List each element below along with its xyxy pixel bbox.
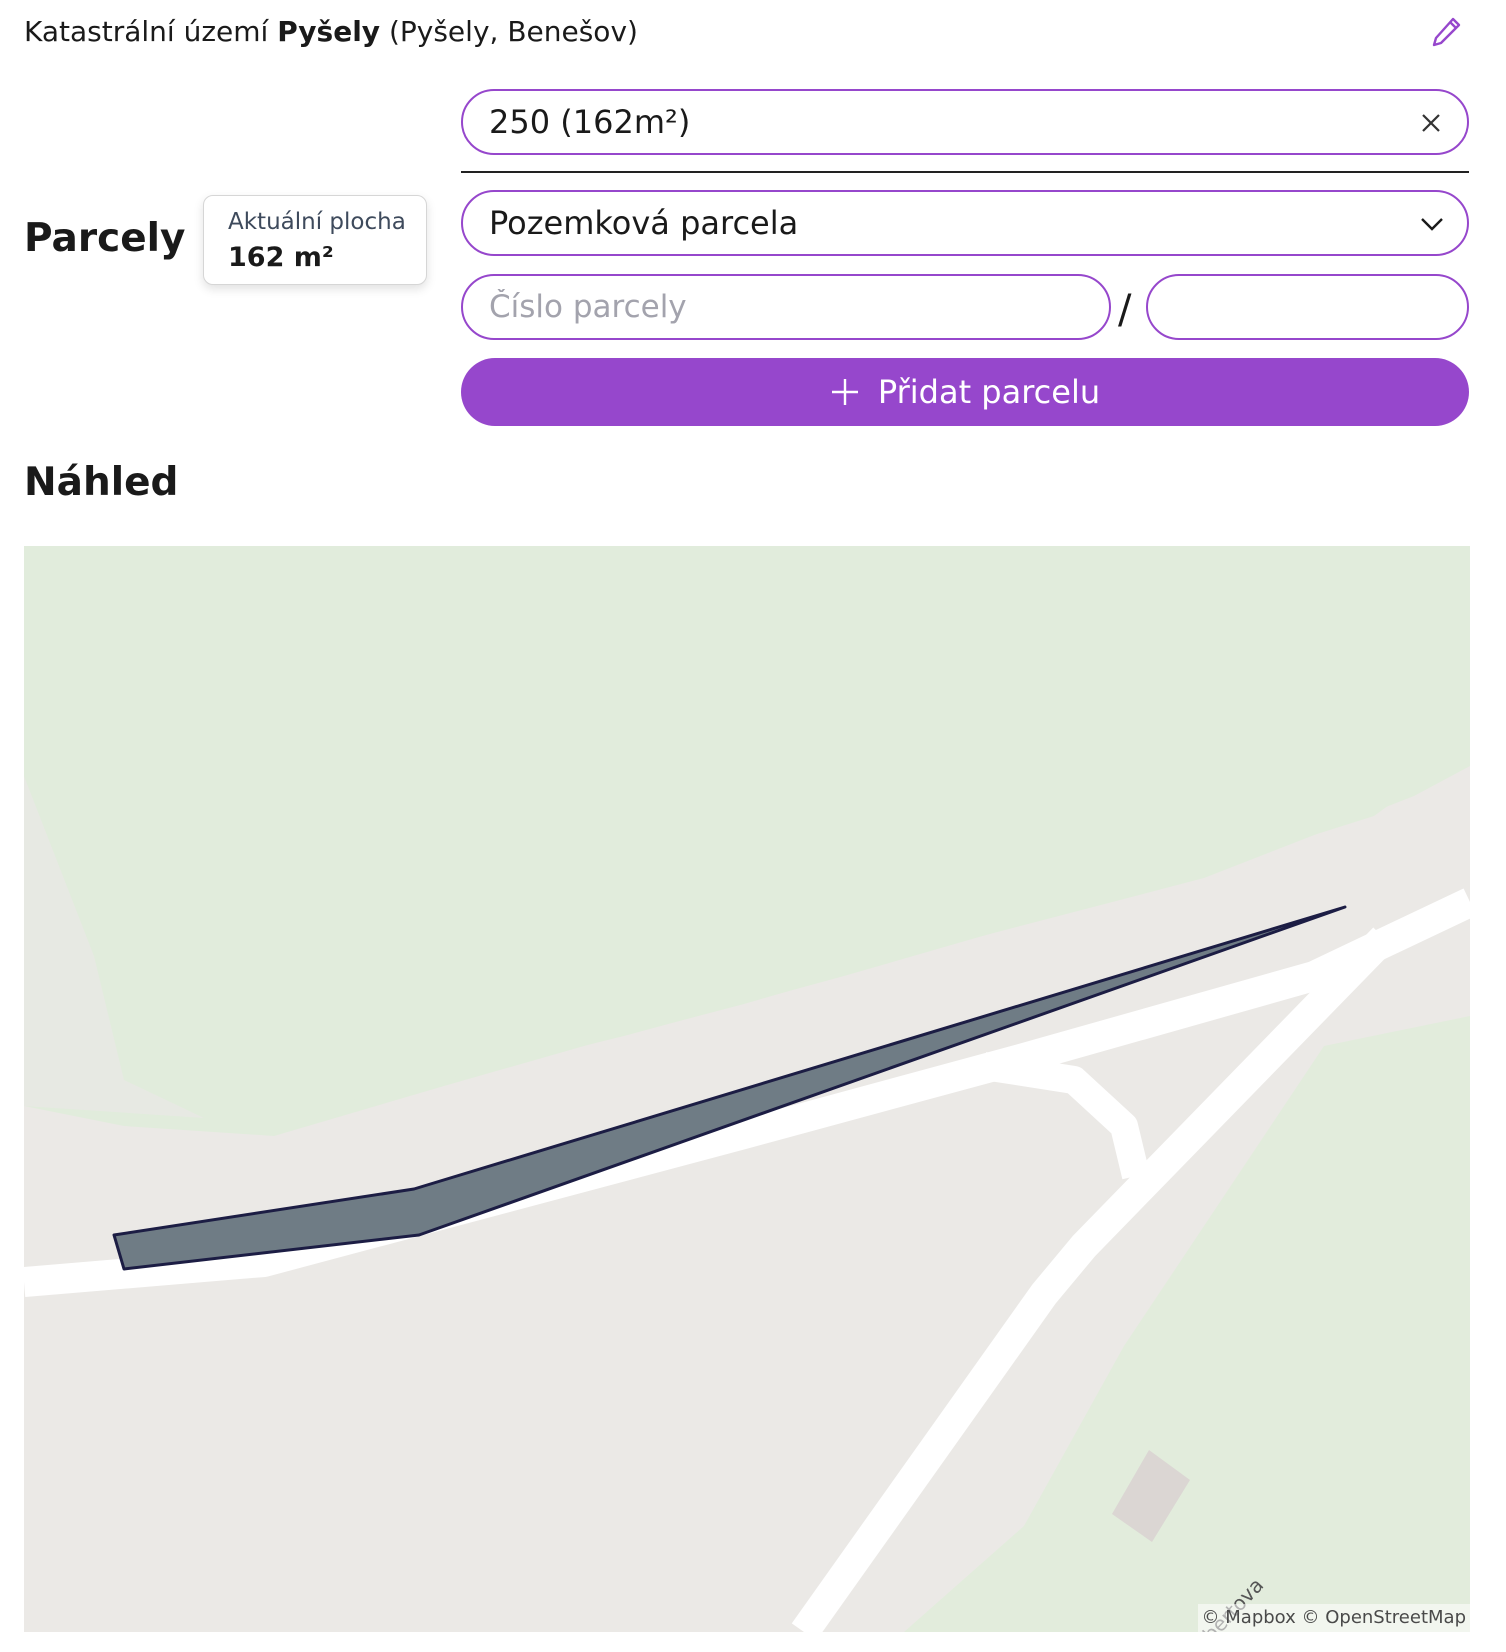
parcel-subnumber-input[interactable] bbox=[1174, 289, 1441, 325]
close-icon[interactable] bbox=[1419, 111, 1443, 135]
parcels-title: Parcely bbox=[24, 216, 186, 261]
territory-name: Pyšely bbox=[277, 15, 381, 48]
divider bbox=[461, 171, 1469, 173]
parcel-number-field[interactable] bbox=[461, 274, 1111, 340]
preview-title: Náhled bbox=[24, 460, 179, 505]
selected-parcel-field[interactable]: 250 (162m²) bbox=[461, 89, 1469, 155]
pencil-icon[interactable] bbox=[1428, 14, 1464, 50]
add-parcel-button[interactable]: Přidat parcelu bbox=[461, 358, 1469, 426]
territory-location: (Pyšely, Benešov) bbox=[388, 15, 638, 48]
add-parcel-label: Přidat parcelu bbox=[877, 373, 1101, 411]
selected-parcel-value: 250 (162m²) bbox=[489, 103, 691, 141]
parcel-type-select[interactable]: Pozemková parcela bbox=[461, 190, 1469, 256]
chevron-down-icon bbox=[1421, 218, 1443, 231]
cadastral-title: Katastrální území Pyšely (Pyšely, Benešo… bbox=[24, 14, 638, 50]
plus-icon bbox=[831, 379, 858, 405]
parcel-subnumber-field[interactable] bbox=[1146, 274, 1469, 340]
parcel-number-input[interactable] bbox=[489, 289, 1083, 325]
current-area-card: Aktuální plocha 162 m² bbox=[203, 195, 427, 285]
parcel-type-value: Pozemková parcela bbox=[489, 204, 799, 242]
title-prefix: Katastrální území bbox=[24, 15, 269, 48]
map-preview[interactable]: Hubertova © Mapbox © OpenStreetMap bbox=[24, 546, 1470, 1632]
parcel-number-separator: / bbox=[1118, 287, 1132, 333]
map-attribution[interactable]: © Mapbox © OpenStreetMap bbox=[1197, 1604, 1470, 1632]
map-canvas[interactable] bbox=[24, 546, 1470, 1632]
area-value: 162 m² bbox=[228, 242, 334, 273]
cadastral-header: Katastrální území Pyšely (Pyšely, Benešo… bbox=[24, 10, 1468, 54]
area-label: Aktuální plocha bbox=[228, 209, 406, 235]
